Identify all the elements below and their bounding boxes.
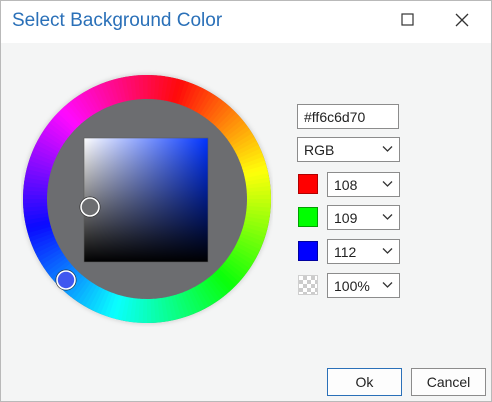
- red-swatch: [298, 174, 318, 194]
- blue-value: 112: [334, 244, 357, 260]
- blue-swatch: [298, 241, 318, 261]
- alpha-value: 100%: [334, 278, 370, 294]
- alpha-channel-dropdown[interactable]: 100%: [327, 273, 400, 298]
- hue-selector-handle[interactable]: [56, 270, 76, 290]
- color-mode-dropdown[interactable]: RGB: [297, 137, 400, 162]
- chevron-down-icon: [382, 248, 393, 254]
- dialog-title: Select Background Color: [12, 10, 223, 31]
- green-swatch: [298, 207, 318, 227]
- color-mode-value: RGB: [304, 142, 335, 158]
- sv-selector-handle[interactable]: [80, 197, 100, 217]
- close-icon: [455, 13, 469, 27]
- title-bar: Select Background Color: [1, 1, 491, 43]
- transparency-checker-icon: [298, 275, 318, 295]
- ok-button[interactable]: Ok: [327, 368, 402, 396]
- maximize-icon: [401, 13, 414, 26]
- maximize-button[interactable]: [390, 5, 426, 35]
- select-color-dialog: Select Background Color #ff6c6d70 RGB 10…: [0, 0, 492, 402]
- hex-color-input[interactable]: [297, 104, 399, 129]
- blue-channel-dropdown[interactable]: 112: [327, 239, 400, 264]
- chevron-down-icon: [382, 282, 393, 288]
- cancel-button[interactable]: Cancel: [411, 368, 486, 396]
- close-button[interactable]: [444, 5, 480, 35]
- chevron-down-icon: [382, 214, 393, 220]
- saturation-value-square[interactable]: [83, 137, 209, 263]
- color-picker-area: [21, 69, 273, 327]
- red-channel-dropdown[interactable]: 108: [327, 172, 400, 197]
- chevron-down-icon: [382, 181, 393, 187]
- red-value: 108: [334, 177, 358, 193]
- green-channel-dropdown[interactable]: 109: [327, 205, 400, 230]
- green-value: 109: [334, 210, 358, 226]
- chevron-down-icon: [382, 146, 393, 152]
